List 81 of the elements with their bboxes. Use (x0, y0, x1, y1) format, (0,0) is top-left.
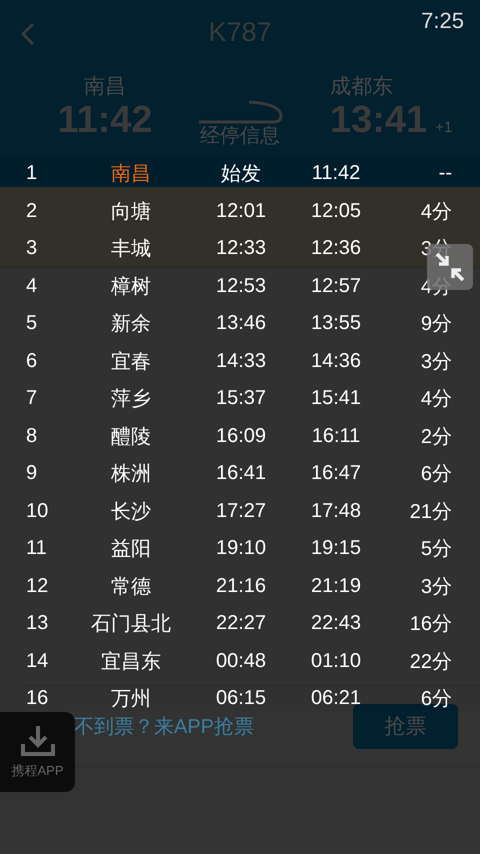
stop-number: 12 (25, 574, 48, 598)
arrival-time: 12:33 (216, 237, 266, 260)
departure-time: 22:43 (310, 612, 362, 636)
departure-time: 21:19 (310, 574, 362, 598)
download-icon (18, 724, 56, 758)
arrival-time: 21:16 (216, 574, 266, 598)
departure-time: 15:41 (310, 387, 362, 410)
stop-station[interactable]: 南昌 (111, 160, 151, 188)
stop-duration: 6分 (420, 462, 453, 488)
arrival-time: 始发 (221, 162, 261, 188)
arrival-time: 12:53 (216, 274, 266, 298)
arrival-station: 成都东 (330, 74, 393, 100)
stop-station[interactable]: 向塘 (111, 198, 151, 225)
departure-station: 南昌 (84, 74, 126, 100)
stop-duration: 5分 (420, 537, 453, 562)
arrival-time: 06:15 (216, 687, 266, 710)
route-line-icon (197, 100, 283, 124)
stop-duration: 22分 (410, 650, 453, 675)
stop-station[interactable]: 常德 (111, 572, 151, 600)
stop-number: 9 (25, 462, 38, 486)
stop-duration: 2分 (420, 424, 453, 450)
stop-station[interactable]: 醴陵 (111, 422, 151, 450)
stop-number: 16 (25, 687, 48, 710)
departure-time: 12:57 (310, 274, 362, 298)
stop-number: 10 (25, 500, 48, 523)
departure-time: 16:47 (310, 462, 362, 486)
stop-duration: 4分 (420, 200, 453, 225)
stop-number: 1 (25, 162, 38, 186)
departure-time: 14:36 (310, 350, 362, 373)
departure-time: 01:10 (310, 650, 362, 673)
arrival-time: 22:27 (216, 612, 266, 636)
arrival-time: 13:46 (216, 312, 266, 336)
departure-time: 12:36 (310, 237, 362, 260)
arrival-time: 14:33 (216, 350, 266, 373)
stop-number: 3 (25, 237, 38, 260)
stop-station[interactable]: 万州 (111, 685, 151, 711)
day-offset: +1 (435, 118, 452, 138)
stop-station[interactable]: 宜春 (111, 348, 151, 375)
arrival-time: 17:27 (216, 500, 266, 523)
stop-number: 5 (25, 312, 38, 336)
stop-number: 6 (25, 350, 38, 373)
train-number: K787 (208, 16, 272, 48)
departure-time: 19:15 (310, 537, 362, 560)
stop-number: 11 (25, 537, 47, 560)
stop-duration: 4分 (420, 387, 453, 412)
arrival-time: 16:09 (216, 424, 266, 448)
arrival-time: 19:10 (216, 537, 266, 560)
departure-time: 11:42 (312, 162, 360, 186)
arrival-time: 16:41 (216, 462, 266, 486)
stop-station[interactable]: 宜昌东 (101, 648, 161, 675)
stop-duration: 9分 (420, 312, 453, 338)
departure-time: 17:48 (310, 500, 362, 523)
stop-number: 7 (25, 387, 38, 410)
stop-station[interactable]: 石门县北 (91, 610, 171, 638)
stop-station[interactable]: 樟树 (111, 272, 151, 300)
stop-station[interactable]: 萍乡 (111, 385, 151, 412)
stop-duration: 21分 (410, 500, 453, 525)
departure-time: 11:42 (57, 100, 153, 140)
stop-station[interactable]: 新余 (111, 310, 151, 338)
stop-number: 8 (25, 424, 38, 448)
status-time: 7:25 (421, 8, 464, 34)
stop-station[interactable]: 益阳 (111, 535, 151, 562)
stop-number: 13 (25, 612, 48, 636)
stop-duration: -- (438, 162, 453, 186)
stop-duration: 3分 (420, 574, 453, 600)
departure-time: 16:11 (312, 424, 360, 448)
stop-station[interactable]: 株洲 (111, 460, 151, 488)
stop-number: 14 (25, 650, 48, 673)
stop-station[interactable]: 长沙 (111, 498, 151, 525)
stop-station[interactable]: 丰城 (111, 235, 151, 262)
arrival-time: 12:01 (216, 200, 266, 223)
arrival-time: 13:41 (330, 100, 428, 140)
departure-time: 13:55 (310, 312, 362, 336)
stop-duration: 16分 (410, 612, 453, 638)
departure-time: 12:05 (310, 200, 362, 223)
arrival-time: 15:37 (216, 387, 266, 410)
arrival-time: 00:48 (216, 650, 266, 673)
stop-duration: 3分 (420, 350, 453, 375)
stop-duration: 4分 (420, 274, 453, 300)
stop-number: 2 (25, 200, 38, 223)
stop-number: 4 (25, 274, 38, 298)
